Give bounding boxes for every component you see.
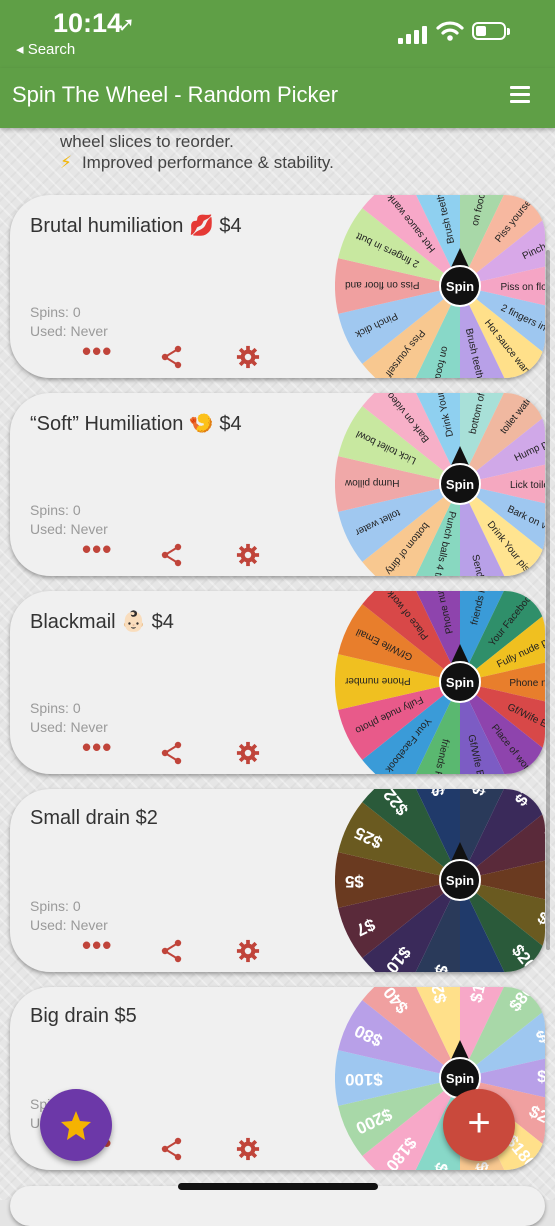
wheel-card[interactable]: Brutal humiliation 💋 $4 Spins: 0 Used: Nev… xyxy=(10,195,545,378)
status-time: 10:14 xyxy=(53,8,123,38)
spins-value: 0 xyxy=(72,898,81,914)
wheel-slice-label: $5 xyxy=(345,872,364,891)
used-prefix: Used: xyxy=(30,521,71,537)
spins-count: Spins: 0 xyxy=(30,502,81,518)
spins-count: Spins: 0 xyxy=(30,898,81,914)
share-icon[interactable] xyxy=(160,741,184,765)
wheel-slice-label: Hump pillow xyxy=(344,477,399,488)
gear-icon[interactable] xyxy=(235,543,261,567)
used-prefix: Used: xyxy=(30,917,71,933)
star-icon xyxy=(61,1111,91,1140)
spin-wheel[interactable]: $10$7$5$25$22$20$8$20$10$7$5$25$22$20Spi… xyxy=(335,789,545,972)
home-indicator xyxy=(178,1183,378,1190)
spin-wheel[interactable]: friends Fb or Your Facebook Fully nude pho… xyxy=(335,591,545,774)
more-options-icon[interactable]: ••• xyxy=(82,536,112,567)
app-title: Spin The Wheel - Random Picker xyxy=(12,82,339,107)
spin-button-label: Spin xyxy=(446,675,474,690)
wheel-graphic[interactable]: friends Fb orYour FacebookFully nude pho… xyxy=(335,591,545,774)
spins-prefix: Spins: xyxy=(30,304,73,320)
more-options-icon[interactable]: ••• xyxy=(82,734,112,765)
spin-button-label: Spin xyxy=(446,477,474,492)
whats-new-notes: wheel slices to reorder. ⚡ Improved perfo… xyxy=(0,128,555,178)
share-icon[interactable] xyxy=(160,345,184,369)
spin-wheel[interactable]: on food andPiss yourselfPinch dickPiss o… xyxy=(335,195,545,378)
spin-button-label: Spin xyxy=(446,1071,474,1086)
more-options-icon[interactable]: ••• xyxy=(82,932,112,963)
wheel-graphic[interactable]: bottom of dirtytoilet waterHump pillowLi… xyxy=(335,393,545,576)
favorites-button[interactable] xyxy=(40,1089,112,1161)
scrollbar[interactable] xyxy=(546,250,550,950)
share-icon[interactable] xyxy=(160,543,184,567)
wheel-card[interactable]: Small drain $2Spins: 0Used: Never•••$10$… xyxy=(10,789,545,972)
lightning-icon: ⚡ xyxy=(60,153,72,172)
spins-value: 0 xyxy=(72,304,81,320)
wheel-title: Blackmail 👶🏻 $4 xyxy=(30,611,174,633)
spins-prefix: Spins: xyxy=(30,898,73,914)
wheel-card[interactable]: Blackmail 👶🏻 $4 Spins: 0 Used: Never ••• fri… xyxy=(10,591,545,774)
wheel-card[interactable] xyxy=(10,1186,545,1226)
gear-icon[interactable] xyxy=(235,741,261,765)
used-prefix: Used: xyxy=(30,323,71,339)
wheel-title: Brutal humiliation 💋 $4 xyxy=(30,215,242,237)
spin-wheel[interactable]: $100$80$40$250$200$180$20$50$180$200$100… xyxy=(335,987,545,1170)
wheel-graphic[interactable]: on food andPiss yourselfPinch dickPiss o… xyxy=(335,195,545,378)
location-arrow-icon: ➚ xyxy=(118,14,135,36)
spin-wheel[interactable]: bottom of dirtytoilet waterHump pillowLi… xyxy=(335,393,545,576)
share-icon[interactable] xyxy=(160,939,184,963)
note-line-2: ⚡ Improved performance & stability. xyxy=(60,153,334,173)
wheel-slice-label: Phone number xyxy=(509,678,545,689)
wifi-icon xyxy=(436,21,464,41)
wheel-graphic[interactable]: $10$7$5$25$22$20$8$20$10$7$5$25$22$20Spi… xyxy=(335,789,545,972)
share-icon[interactable] xyxy=(160,1137,184,1161)
gear-icon[interactable] xyxy=(235,939,261,963)
wheel-slice-label: Lick toilet bowl xyxy=(510,480,545,491)
spins-count: Spins: 0 xyxy=(30,304,81,320)
add-wheel-button[interactable]: + xyxy=(443,1089,515,1161)
back-to-search-link[interactable]: ◂ Search xyxy=(16,40,75,58)
spins-prefix: Spins: xyxy=(30,502,73,518)
more-options-icon[interactable]: ••• xyxy=(82,338,112,369)
wheel-slice-label: Phone number xyxy=(344,675,410,686)
spin-button-label: Spin xyxy=(446,279,474,294)
wheel-card[interactable]: “Soft” Humiliation 🍤 $4 Spins: 0 Used: Nev… xyxy=(10,393,545,576)
wheel-slice-label: $100 xyxy=(345,1070,383,1089)
hamburger-menu-icon[interactable] xyxy=(510,86,530,104)
wheel-slice-label: $250 xyxy=(537,1067,545,1086)
note-line-1: wheel slices to reorder. xyxy=(60,132,234,151)
wheel-title: Small drain $2 xyxy=(30,807,158,829)
wheel-graphic[interactable]: $100$80$40$250$200$180$20$50$180$200$100… xyxy=(335,987,545,1170)
gear-icon[interactable] xyxy=(235,345,261,369)
spins-prefix: Spins: xyxy=(30,700,73,716)
wheel-title: “Soft” Humiliation 🍤 $4 xyxy=(30,413,242,435)
wheel-slice-label: Piss on floor and xyxy=(345,279,420,290)
spin-button-label: Spin xyxy=(446,873,474,888)
note-line-2-text: Improved performance & stability. xyxy=(81,153,334,172)
wheel-title: Big drain $5 xyxy=(30,1005,137,1027)
wheel-slice-label: Piss on floor and xyxy=(501,282,546,293)
cellular-signal-icon xyxy=(398,24,427,44)
spins-value: 0 xyxy=(72,700,81,716)
spins-value: 0 xyxy=(72,502,81,518)
gear-icon[interactable] xyxy=(235,1137,261,1161)
battery-icon xyxy=(472,22,510,40)
used-prefix: Used: xyxy=(30,719,71,735)
app-bar: Spin The Wheel - Random Picker xyxy=(0,68,555,128)
plus-icon: + xyxy=(467,1101,491,1145)
spins-count: Spins: 0 xyxy=(30,700,81,716)
